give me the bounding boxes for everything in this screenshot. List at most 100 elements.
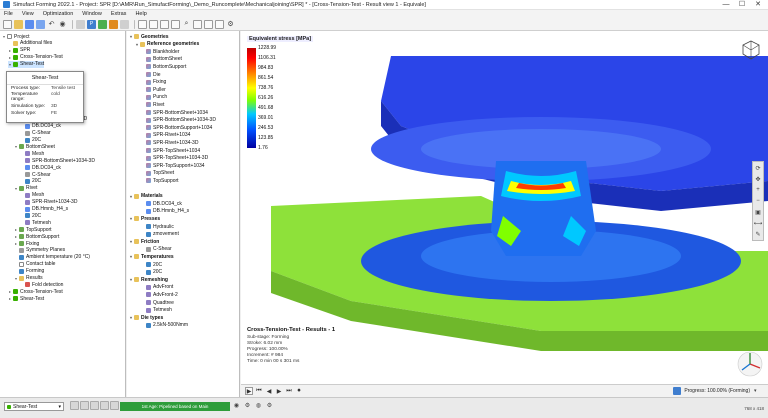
process-icon[interactable]: P — [87, 19, 96, 29]
tree-item[interactable]: zmovement — [141, 231, 179, 238]
menu-view[interactable]: View — [22, 11, 34, 17]
rotate-icon[interactable]: ⟳ — [753, 163, 763, 173]
tree-item[interactable]: Blankholder — [141, 48, 179, 55]
tools-icon[interactable]: ✎ — [753, 229, 763, 239]
chevron-down-icon[interactable]: ▾ — [8, 62, 12, 67]
view-cube-icon[interactable] — [740, 39, 762, 61]
next-frame-button[interactable]: ▶ — [275, 387, 283, 395]
chevron-down-icon[interactable]: ▾ — [129, 239, 133, 244]
tree-item[interactable]: Die — [141, 71, 161, 78]
tree-item[interactable]: TopSupport — [141, 177, 179, 184]
view-front-icon[interactable] — [138, 19, 147, 29]
zoom-in-icon[interactable]: + — [753, 185, 763, 195]
status-icon-5[interactable] — [110, 401, 119, 410]
measure-icon[interactable]: ⟷ — [753, 218, 763, 228]
process-select[interactable]: Shear-Test ▾ — [4, 402, 64, 411]
tree-item[interactable]: SPR-BottomSheet+1034-3D — [141, 117, 216, 124]
play-button[interactable]: ▶ — [245, 387, 253, 395]
chevron-down-icon[interactable]: ▾ — [129, 254, 133, 259]
print-icon[interactable] — [76, 19, 85, 29]
fit-icon[interactable]: ▣ — [753, 207, 763, 217]
tree-item[interactable]: Fixing — [141, 79, 166, 86]
run-icon[interactable] — [98, 19, 107, 29]
chevron-down-icon[interactable]: ▾ — [129, 34, 133, 39]
chevron-right-icon[interactable]: ▸ — [8, 289, 12, 294]
wireframe-icon[interactable] — [204, 19, 213, 29]
tree-item[interactable]: 20C — [141, 261, 162, 268]
tree-item[interactable]: ▾ Presses — [129, 215, 160, 222]
tree-item[interactable]: Rivet — [141, 101, 164, 108]
chevron-down-icon[interactable]: ▾ — [754, 388, 760, 394]
stop-icon[interactable] — [109, 19, 118, 29]
tree-item[interactable]: ▾ Reference geometries — [135, 41, 199, 48]
pan-icon[interactable]: ✥ — [753, 174, 763, 184]
prev-frame-button[interactable]: ◀ — [265, 387, 273, 395]
tree-item[interactable]: 2.5kN-500Nmm — [141, 322, 188, 329]
tree-item[interactable]: BottomSupport — [141, 63, 186, 70]
progress-selector[interactable]: Progress: 100.00% (Forming) ▾ — [673, 387, 760, 395]
new-file-icon[interactable] — [3, 19, 12, 29]
tree-item[interactable]: SPR-BottomSupport+1034 — [141, 124, 212, 131]
tree-item[interactable]: AdvFront-2 — [141, 291, 178, 298]
tree-item[interactable]: DB.DC04_ck — [141, 200, 182, 207]
shaded-icon[interactable] — [215, 19, 224, 29]
tree-item[interactable]: 20C — [141, 269, 162, 276]
tree-item[interactable]: C-Shear — [141, 246, 172, 253]
tree-item[interactable]: Quadtree — [141, 299, 174, 306]
tree-item[interactable]: Hydraulic — [141, 223, 174, 230]
view-iso-icon[interactable] — [171, 19, 180, 29]
chevron-right-icon[interactable]: ▸ — [14, 227, 18, 232]
chevron-down-icon[interactable]: ▾ — [129, 216, 133, 221]
menu-extras[interactable]: Extras — [111, 11, 127, 17]
chevron-right-icon[interactable]: ▸ — [14, 234, 18, 239]
maximize-button[interactable]: ☐ — [734, 0, 750, 10]
tree-item[interactable]: SPR-TopSheet+1034-3D — [141, 155, 208, 162]
tree-item[interactable]: ▾ Shear-Test — [8, 60, 45, 68]
zoom-out-icon[interactable]: − — [753, 196, 763, 206]
results-icon[interactable] — [120, 19, 129, 29]
zoom-icon[interactable]: ⌕ — [182, 20, 191, 29]
menu-file[interactable]: File — [4, 11, 13, 17]
record-button[interactable]: ⏺ — [295, 387, 303, 395]
tree-item[interactable]: DB.Hmnb_H4_s — [141, 208, 189, 215]
camera-icon[interactable]: ◉ — [58, 20, 67, 29]
first-frame-button[interactable]: ⏮ — [255, 387, 263, 395]
tree-item[interactable]: SPR-TopSupport+1034 — [141, 162, 205, 169]
tree-item[interactable]: ▾ Materials — [129, 193, 163, 200]
tree-item[interactable]: SPR-BottomSheet+1034 — [141, 109, 208, 116]
chevron-right-icon[interactable]: ▸ — [8, 55, 12, 60]
chevron-right-icon[interactable]: ▸ — [8, 48, 12, 53]
globe-icon[interactable]: ◍ — [254, 401, 263, 410]
tree-item[interactable]: TopSheet — [141, 170, 174, 177]
tree-item[interactable]: ▸ Shear-Test — [8, 295, 44, 302]
last-frame-button[interactable]: ⏭ — [285, 387, 293, 395]
status-icon-4[interactable] — [100, 401, 109, 410]
chevron-down-icon[interactable]: ▾ — [129, 194, 133, 199]
tree-item[interactable]: BottomSheet — [141, 56, 182, 63]
tree-item[interactable]: Punch — [141, 94, 167, 101]
view-top-icon[interactable] — [160, 19, 169, 29]
undo-icon[interactable]: ↶ — [47, 20, 56, 29]
status-icon-3[interactable] — [90, 401, 99, 410]
tree-item[interactable]: ▾ Remeshing — [129, 276, 168, 283]
chevron-right-icon[interactable]: ▸ — [8, 296, 12, 301]
chevron-down-icon[interactable]: ▾ — [14, 144, 18, 149]
save-as-icon[interactable] — [36, 19, 45, 29]
tree-item[interactable]: ▾ Geometries — [129, 33, 169, 40]
tree-item[interactable]: Puller — [141, 86, 166, 93]
tree-item[interactable]: ▾ Friction — [129, 238, 159, 245]
chevron-down-icon[interactable]: ▾ — [129, 315, 133, 320]
tree-item[interactable]: SPR-TopSheet+1034 — [141, 147, 200, 154]
tree-item[interactable]: SPR-Rivet+1034 — [141, 132, 190, 139]
status-icon-2[interactable] — [80, 401, 89, 410]
tree-item[interactable]: ▾ Temperatures — [129, 253, 174, 260]
view-side-icon[interactable] — [149, 19, 158, 29]
tree-item[interactable]: Tetmesh — [141, 307, 172, 314]
fit-view-icon[interactable] — [193, 19, 202, 29]
menu-window[interactable]: Window — [82, 11, 102, 17]
menu-help[interactable]: Help — [135, 11, 146, 17]
chevron-right-icon[interactable]: ▸ — [14, 241, 18, 246]
settings-icon[interactable]: ⚙ — [243, 401, 252, 410]
chevron-down-icon[interactable]: ▾ — [14, 276, 18, 281]
open-folder-icon[interactable] — [14, 19, 23, 29]
